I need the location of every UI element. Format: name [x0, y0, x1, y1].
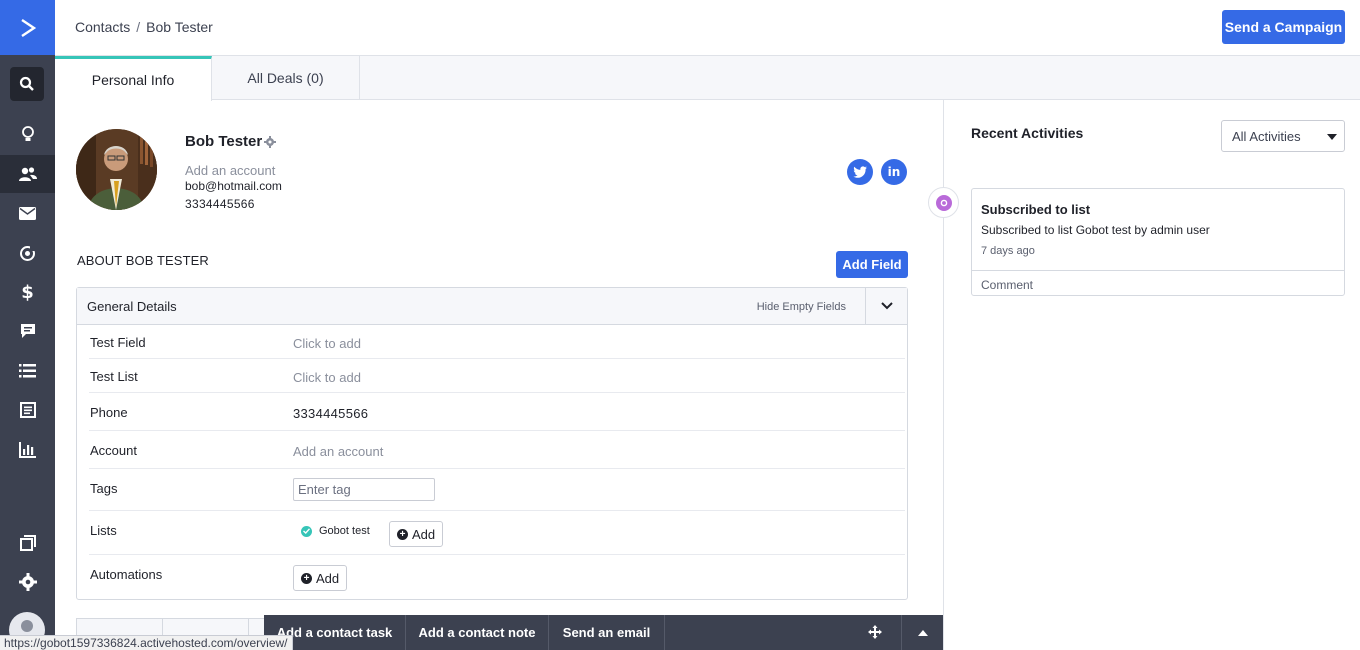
list-subscription-icon	[928, 187, 959, 218]
add-list-label: Add	[412, 526, 436, 542]
linkedin-icon[interactable]: in	[881, 159, 907, 185]
breadcrumb-current: Bob Tester	[146, 19, 213, 35]
add-automation-label: Add	[316, 570, 340, 586]
general-details-header: General Details Hide Empty Fields	[77, 288, 907, 325]
general-details-panel: General Details Hide Empty Fields Test F…	[76, 287, 908, 600]
field-value-click-to-add[interactable]: Click to add	[293, 336, 361, 351]
tab-personal-info[interactable]: Personal Info	[55, 56, 212, 101]
field-row-account: Account Add an account	[89, 431, 905, 469]
field-label: Test List	[90, 369, 138, 384]
add-list-button[interactable]: + Add	[389, 521, 444, 547]
contact-photo	[76, 129, 157, 210]
envelope-icon[interactable]	[0, 194, 55, 232]
conversations-icon[interactable]	[0, 312, 55, 350]
send-campaign-button[interactable]: Send a Campaign	[1222, 10, 1345, 44]
column-divider	[943, 100, 944, 650]
plus-icon: +	[397, 528, 408, 540]
reports-icon[interactable]	[0, 431, 55, 469]
page-header: Contacts / Bob Tester Send a Campaign	[55, 0, 1360, 56]
breadcrumb-contacts-link[interactable]: Contacts	[75, 19, 130, 35]
forms-icon[interactable]	[0, 391, 55, 429]
field-label: Automations	[90, 567, 163, 582]
caret-down-icon	[1327, 134, 1337, 140]
general-details-title: General Details	[87, 299, 177, 314]
caret-up-icon[interactable]	[901, 615, 943, 650]
settings-icon[interactable]	[0, 563, 55, 601]
left-nav: $	[0, 0, 55, 650]
field-row-lists: Lists Gobot test + Add	[89, 511, 905, 555]
field-row-test-list: Test List Click to add	[89, 359, 905, 393]
contacts-icon[interactable]	[0, 155, 55, 193]
plus-icon: +	[301, 572, 312, 584]
check-icon	[301, 525, 312, 537]
field-label: Phone	[90, 405, 128, 420]
lightbulb-icon[interactable]	[0, 115, 55, 153]
status-bar-url: https://gobot1597336824.activehosted.com…	[0, 635, 293, 650]
lists-icon[interactable]	[0, 352, 55, 390]
hide-empty-fields-toggle[interactable]: Hide Empty Fields	[757, 301, 846, 313]
tag-input[interactable]: Enter tag	[293, 478, 435, 501]
field-row-automations: Automations + Add	[89, 555, 905, 599]
tab-all-deals[interactable]: All Deals (0)	[212, 56, 360, 100]
add-automation-button[interactable]: + Add	[293, 565, 348, 591]
chevron-down-icon[interactable]	[865, 288, 907, 324]
twitter-icon[interactable]	[847, 159, 873, 185]
field-label: Lists	[90, 523, 117, 538]
activity-description: Subscribed to list Gobot test by admin u…	[981, 223, 1210, 237]
gear-icon[interactable]	[264, 135, 276, 153]
activities-filter-value: All Activities	[1232, 129, 1301, 144]
field-value-click-to-add[interactable]: Click to add	[293, 370, 361, 385]
dollar-icon[interactable]: $	[0, 273, 55, 311]
contact-phone: 3334445566	[185, 197, 255, 211]
breadcrumb-separator: /	[136, 19, 141, 35]
field-label: Tags	[90, 481, 118, 496]
logo-chevron-icon[interactable]	[0, 0, 55, 55]
contact-tabs: Personal Info All Deals (0)	[55, 56, 1360, 101]
recent-activities-title: Recent Activities	[971, 125, 1084, 141]
field-label: Account	[90, 443, 137, 458]
about-section-title: ABOUT BOB TESTER	[77, 253, 209, 268]
contact-email: bob@hotmail.com	[185, 179, 282, 193]
comment-input[interactable]: Comment	[972, 270, 1344, 296]
field-row-tags: Tags Enter tag	[89, 469, 905, 511]
list-name: Gobot test	[319, 525, 370, 537]
field-row-phone: Phone 3334445566	[89, 393, 905, 431]
field-value-add-account[interactable]: Add an account	[293, 444, 383, 459]
move-icon[interactable]	[868, 625, 882, 644]
contact-action-bar: Add a contact task Add a contact note Se…	[264, 615, 943, 650]
add-account-link[interactable]: Add an account	[185, 163, 275, 178]
pages-icon[interactable]	[0, 524, 55, 562]
send-email-button[interactable]: Send an email	[549, 615, 665, 650]
activity-time: 7 days ago	[981, 245, 1035, 257]
list-chip: Gobot test	[301, 525, 370, 537]
add-field-button[interactable]: Add Field	[836, 251, 908, 278]
breadcrumb: Contacts / Bob Tester	[75, 19, 213, 35]
field-value-phone[interactable]: 3334445566	[293, 406, 368, 421]
contact-name: Bob Tester	[185, 133, 263, 150]
automation-icon[interactable]	[0, 234, 55, 272]
activity-card: Subscribed to list Subscribed to list Go…	[971, 188, 1345, 296]
activity-title: Subscribed to list	[981, 202, 1091, 217]
field-row-test-field: Test Field Click to add	[89, 325, 905, 359]
search-icon[interactable]	[10, 67, 44, 101]
field-label: Test Field	[90, 335, 146, 350]
activities-filter-select[interactable]: All Activities	[1221, 120, 1345, 152]
add-contact-note-button[interactable]: Add a contact note	[406, 615, 549, 650]
